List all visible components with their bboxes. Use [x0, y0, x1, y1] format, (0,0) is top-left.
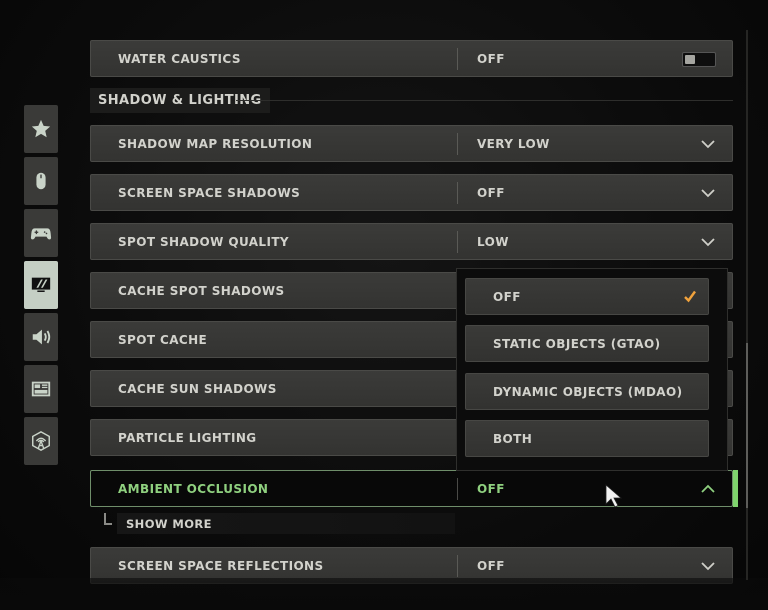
setting-value: OFF	[477, 482, 505, 496]
option-label: STATIC OBJECTS (GTAO)	[493, 337, 661, 351]
setting-row-screen-space-shadows[interactable]: SCREEN SPACE SHADOWS OFF	[90, 174, 733, 211]
sidebar-item-interface[interactable]	[24, 365, 58, 413]
chevron-up-icon	[701, 484, 715, 493]
active-indicator	[733, 470, 738, 507]
water-caustics-toggle[interactable]	[682, 52, 716, 67]
dropdown-option-off[interactable]: OFF	[465, 278, 709, 315]
monitor-icon	[31, 277, 51, 292]
option-label: DYNAMIC OBJECTS (MDAO)	[493, 385, 683, 399]
checkmark-icon	[684, 290, 696, 303]
setting-name: SCREEN SPACE REFLECTIONS	[118, 559, 324, 573]
scrollbar-thumb[interactable]	[746, 343, 748, 508]
sidebar-item-audio[interactable]	[24, 313, 58, 361]
divider	[457, 555, 458, 577]
setting-row-water-caustics[interactable]: WATER CAUSTICS OFF	[90, 40, 733, 77]
setting-row-spot-shadow-quality[interactable]: SPOT SHADOW QUALITY LOW	[90, 223, 733, 260]
dropdown-option-dynamic-objects[interactable]: DYNAMIC OBJECTS (MDAO)	[465, 373, 709, 410]
setting-row-ambient-occlusion[interactable]: AMBIENT OCCLUSION OFF	[90, 470, 738, 507]
tree-branch-icon	[104, 513, 112, 525]
sidebar-item-controller[interactable]	[24, 209, 58, 257]
sidebar-item-favorites[interactable]	[24, 105, 58, 153]
setting-name: CACHE SPOT SHADOWS	[118, 284, 285, 298]
chevron-down-icon	[701, 238, 715, 247]
setting-value: LOW	[477, 235, 509, 249]
layout-icon	[31, 381, 51, 397]
setting-value: OFF	[477, 559, 505, 573]
setting-name: SHADOW MAP RESOLUTION	[118, 137, 313, 151]
star-icon	[31, 119, 51, 138]
setting-name: CACHE SUN SHADOWS	[118, 382, 277, 396]
mouse-icon	[36, 172, 46, 190]
setting-name: WATER CAUSTICS	[118, 52, 241, 66]
setting-row-screen-space-reflections[interactable]: SCREEN SPACE REFLECTIONS OFF	[90, 547, 733, 584]
controller-icon	[30, 228, 52, 240]
divider	[457, 133, 458, 155]
section-divider	[236, 100, 733, 101]
divider	[457, 478, 458, 500]
mouse-cursor-icon	[605, 484, 623, 508]
dropdown-option-static-objects[interactable]: STATIC OBJECTS (GTAO)	[465, 325, 709, 362]
setting-value: OFF	[477, 186, 505, 200]
sidebar-item-graphics[interactable]	[24, 261, 58, 309]
ambient-occlusion-dropdown: OFF STATIC OBJECTS (GTAO) DYNAMIC OBJECT…	[456, 268, 728, 471]
chevron-down-icon	[701, 140, 715, 149]
setting-name: SPOT SHADOW QUALITY	[118, 235, 290, 249]
sidebar-item-mouse-keyboard[interactable]	[24, 157, 58, 205]
show-more-button[interactable]: SHOW MORE	[117, 513, 455, 534]
speaker-icon	[32, 329, 51, 345]
setting-name: SCREEN SPACE SHADOWS	[118, 186, 301, 200]
setting-row-shadow-map-resolution[interactable]: SHADOW MAP RESOLUTION VERY LOW	[90, 125, 733, 162]
setting-value: VERY LOW	[477, 137, 550, 151]
divider	[457, 231, 458, 253]
option-label: BOTH	[493, 432, 533, 446]
divider	[457, 48, 458, 70]
option-label: OFF	[493, 290, 521, 304]
chevron-down-icon	[701, 562, 715, 571]
setting-value: OFF	[477, 52, 505, 66]
toggle-knob	[685, 55, 695, 64]
setting-name: AMBIENT OCCLUSION	[118, 482, 269, 496]
setting-name: SPOT CACHE	[118, 333, 208, 347]
chevron-down-icon	[701, 189, 715, 198]
divider	[457, 182, 458, 204]
network-tower-icon	[32, 430, 50, 452]
setting-name: PARTICLE LIGHTING	[118, 431, 257, 445]
sidebar-item-network[interactable]	[24, 417, 58, 465]
show-more-label: SHOW MORE	[126, 517, 212, 531]
dropdown-option-both[interactable]: BOTH	[465, 420, 709, 457]
